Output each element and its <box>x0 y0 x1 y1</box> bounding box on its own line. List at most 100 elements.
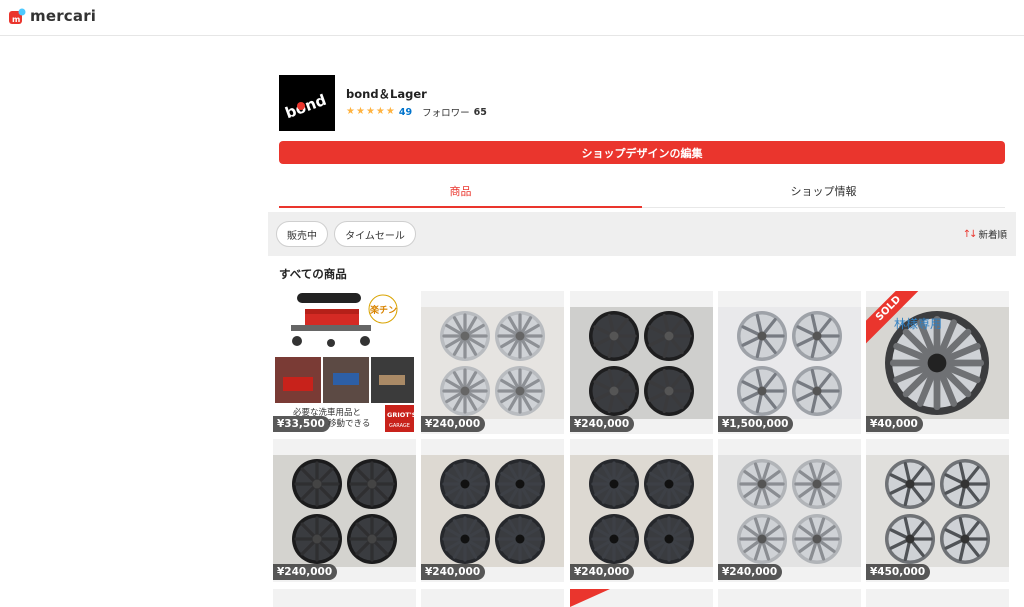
sort-arrows-icon: ↑↓ <box>962 228 978 240</box>
product-card[interactable]: ¥240,000 <box>718 439 861 582</box>
followers-label: フォロワー <box>422 108 470 119</box>
product-card[interactable]: ¥240,000 <box>421 291 564 434</box>
wheel-shape <box>792 459 842 509</box>
product-card[interactable]: 楽チン 必要な洗車用品と 移動できる GRIOT'S GARAGE ¥33,50… <box>273 291 416 434</box>
product-price: ¥240,000 <box>421 416 486 432</box>
product-image <box>421 439 564 582</box>
product-card[interactable] <box>570 589 713 607</box>
wheel-shape <box>792 311 842 361</box>
wheel-shape <box>292 459 342 509</box>
rating-count[interactable]: 49 <box>399 107 412 118</box>
wheel-shape <box>589 311 639 361</box>
wheel-shape <box>737 514 787 564</box>
wheel-shape <box>737 366 787 416</box>
wheel-shape <box>292 514 342 564</box>
wheel-shape <box>737 311 787 361</box>
star-icon: ★ <box>385 106 395 117</box>
product-price: ¥33,500 <box>273 416 330 432</box>
all-products-title: すべての商品 <box>279 267 347 281</box>
product-card[interactable] <box>718 589 861 607</box>
product-card[interactable] <box>866 589 1009 607</box>
wheel-shape <box>347 514 397 564</box>
rating-stars: ★ ★ ★ ★ ★ <box>346 107 395 117</box>
product-price: ¥240,000 <box>273 564 338 580</box>
mercari-logo[interactable]: m mercari <box>9 7 96 25</box>
product-image <box>421 291 564 434</box>
promo-badge-text: 楽チン <box>370 304 397 316</box>
filter-bar: 販売中 タイムセール ↑↓ 新着順 <box>268 212 1016 256</box>
shop-meta: ★ ★ ★ ★ ★ 49 フォロワー 65 <box>346 105 487 120</box>
product-price: ¥1,500,000 <box>718 416 794 432</box>
wheel-shape <box>940 459 990 509</box>
wheel-shape <box>589 366 639 416</box>
product-card[interactable]: ¥1,500,000 <box>718 291 861 434</box>
wheel-shape <box>885 459 935 509</box>
wheel-shape <box>737 459 787 509</box>
wheel-shape <box>440 366 490 416</box>
shop-logo-image: bond <box>279 75 335 131</box>
wheel-shape <box>589 514 639 564</box>
promo-caption-2: 移動できる <box>328 418 370 429</box>
wheel-shape <box>885 514 935 564</box>
sort-button[interactable]: ↑↓ 新着順 <box>962 227 1007 242</box>
product-price: ¥450,000 <box>866 564 931 580</box>
logo-text: mercari <box>30 7 97 25</box>
wheel-shape <box>792 366 842 416</box>
filter-time-sale-chip[interactable]: タイムセール <box>334 221 416 247</box>
wheel-shape <box>495 514 545 564</box>
product-image <box>718 439 861 582</box>
product-image <box>273 439 416 582</box>
star-icon: ★ <box>365 106 375 117</box>
product-image <box>866 439 1009 582</box>
product-image <box>570 439 713 582</box>
star-icon: ★ <box>375 106 385 117</box>
wheel-shape <box>940 514 990 564</box>
product-price: ¥240,000 <box>570 416 635 432</box>
wheel-shape <box>495 366 545 416</box>
star-icon: ★ <box>346 106 355 117</box>
top-header: m mercari <box>0 0 1024 36</box>
shop-avatar[interactable]: bond <box>279 75 335 131</box>
shop-tabs: 商品 ショップ情報 <box>279 175 1005 208</box>
product-image: 楽チン 必要な洗車用品と 移動できる GRIOT'S GARAGE <box>273 291 416 434</box>
promo-brand: GRIOT'S <box>387 411 416 419</box>
product-card[interactable]: ¥240,000 <box>570 291 713 434</box>
wheel-shape <box>644 311 694 361</box>
reserved-for-label: 林様専用 <box>894 317 943 331</box>
tab-shop-info[interactable]: ショップ情報 <box>642 175 1005 207</box>
product-card[interactable]: ¥240,000 <box>421 439 564 582</box>
wheel-shape <box>495 311 545 361</box>
product-card[interactable] <box>273 589 416 607</box>
wheel-shape <box>347 459 397 509</box>
tab-products[interactable]: 商品 <box>279 175 642 208</box>
promo-brand-sub: GARAGE <box>389 423 410 429</box>
followers-count[interactable]: 65 <box>474 107 487 118</box>
wheel-shape <box>495 459 545 509</box>
wheel-shape <box>440 514 490 564</box>
star-icon: ★ <box>355 106 365 117</box>
wheel-shape <box>792 514 842 564</box>
wheel-shape <box>644 366 694 416</box>
shop-name: bond＆Lager <box>346 87 427 101</box>
product-price: ¥240,000 <box>421 564 486 580</box>
wheel-shape <box>644 459 694 509</box>
mercari-logo-icon: m <box>9 8 26 24</box>
sold-badge-corner <box>570 589 610 607</box>
sort-label: 新着順 <box>978 230 1007 241</box>
wheel-shape <box>440 459 490 509</box>
wheel-shape <box>440 311 490 361</box>
product-card[interactable]: ¥240,000 <box>570 439 713 582</box>
filter-on-sale-chip[interactable]: 販売中 <box>276 221 328 247</box>
product-card[interactable]: ¥240,000 <box>273 439 416 582</box>
product-price: ¥40,000 <box>866 416 923 432</box>
product-card[interactable]: SOLD 林様専用 ¥40,000 <box>866 291 1009 434</box>
product-price: ¥240,000 <box>570 564 635 580</box>
edit-shop-design-button[interactable]: ショップデザインの編集 <box>279 141 1005 164</box>
product-image <box>718 291 861 434</box>
wheel-shape <box>589 459 639 509</box>
svg-text:m: m <box>12 15 20 24</box>
product-image <box>570 291 713 434</box>
product-price: ¥240,000 <box>718 564 783 580</box>
product-card[interactable] <box>421 589 564 607</box>
product-card[interactable]: ¥450,000 <box>866 439 1009 582</box>
